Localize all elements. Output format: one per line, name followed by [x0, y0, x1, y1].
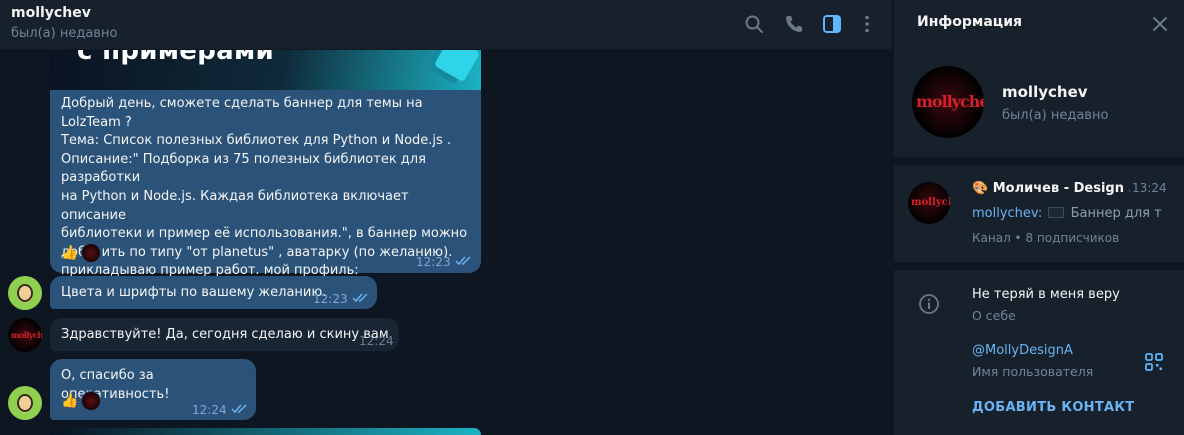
- chat-area: с примерами Добрый день, сможете сделать…: [0, 0, 892, 435]
- outgoing-message-4[interactable]: О, спасибо за оперативность! 👍 12:24: [50, 359, 256, 420]
- bio-text: Не теряй в меня веру: [972, 287, 1120, 302]
- reactor-avatar: [81, 243, 101, 263]
- message-text: Добрый день, сможете сделать баннер для …: [61, 96, 468, 279]
- divider: [894, 262, 1184, 270]
- close-icon[interactable]: [1148, 12, 1172, 36]
- chat-status: был(а) недавно: [11, 26, 118, 41]
- message-text: Здравствуйте! Да, сегодня сделаю и скину…: [61, 327, 389, 342]
- contact-avatar[interactable]: mollychev: [8, 318, 42, 352]
- info-title: Информация: [917, 14, 1022, 30]
- double-check-icon: [455, 256, 473, 266]
- channel-avatar: mollychev: [908, 182, 950, 224]
- telegram-window: с примерами Добрый день, сможете сделать…: [0, 0, 1184, 435]
- preview-sender: mollychev:: [972, 206, 1043, 221]
- thumbs-up-reaction-icon[interactable]: 👍: [61, 392, 79, 410]
- add-contact-button[interactable]: ДОБАВИТЬ КОНТАКТ: [972, 400, 1134, 415]
- channel-title: Моличев - Design ...: [992, 181, 1130, 196]
- message-time: 12:24: [192, 403, 227, 417]
- avatar-face: [17, 284, 33, 302]
- image-thumbnail-icon: [1048, 207, 1065, 218]
- channel-name: 🎨 Моличев - Design ...: [972, 181, 1130, 196]
- avatar-logo: mollychev: [11, 330, 42, 340]
- incoming-message-3[interactable]: Здравствуйте! Да, сегодня сделаю и скину…: [50, 318, 399, 351]
- thumbs-up-reaction-icon[interactable]: 👍: [61, 244, 79, 262]
- palette-emoji-icon: 🎨: [972, 181, 989, 196]
- double-check-icon: [352, 293, 370, 303]
- avatar-logo: mollychev: [916, 92, 984, 111]
- username-link[interactable]: @MollyDesignA: [972, 343, 1073, 358]
- sidebar-toggle-icon[interactable]: [820, 12, 844, 36]
- username-label: Имя пользователя: [972, 364, 1094, 379]
- reactor-avatar: [81, 391, 101, 411]
- personal-channel[interactable]: mollychev 🎨 Моличев - Design ... 13:24 m…: [894, 168, 1184, 262]
- outgoing-message-2[interactable]: Цвета и шрифты по вашему желанию. 12:23: [50, 276, 377, 309]
- info-panel: Информация mollychev mollychev был(а) не…: [893, 0, 1184, 435]
- outgoing-message-1[interactable]: Добрый день, сможете сделать баннер для …: [50, 90, 481, 297]
- channel-time: 13:24: [1132, 181, 1167, 195]
- message-time: 12:23: [313, 292, 348, 306]
- divider: [894, 157, 1184, 165]
- info-icon: [917, 292, 941, 316]
- user-avatar[interactable]: [8, 386, 42, 420]
- profile-name: mollychev: [1002, 83, 1088, 101]
- message-reactions[interactable]: 👍: [61, 391, 101, 411]
- message-text: Цвета и шрифты по вашему желанию.: [61, 285, 327, 300]
- chat-header[interactable]: mollychev был(а) недавно: [0, 0, 892, 50]
- bio-label: О себе: [972, 308, 1016, 323]
- more-vertical-icon[interactable]: [855, 12, 879, 36]
- profile-status: был(а) недавно: [1002, 108, 1109, 123]
- message-time: 12:23: [416, 255, 451, 269]
- channel-preview: mollychev: Баннер для те...: [972, 206, 1162, 221]
- avatar-face: [17, 394, 33, 412]
- channel-meta: Канал • 8 подписчиков: [972, 231, 1120, 245]
- search-icon[interactable]: [742, 12, 766, 36]
- avatar-logo: mollychev: [911, 197, 950, 208]
- message-time: 12:24: [359, 334, 394, 348]
- profile-avatar[interactable]: mollychev: [912, 66, 984, 138]
- message-reactions[interactable]: 👍: [61, 243, 101, 263]
- chat-title[interactable]: mollychev: [11, 5, 91, 21]
- phone-icon[interactable]: [782, 12, 806, 36]
- preview-text: Баннер для те...: [1070, 206, 1162, 221]
- double-check-icon: [231, 404, 249, 414]
- user-avatar[interactable]: [8, 276, 42, 310]
- next-message-image[interactable]: [50, 428, 481, 435]
- qr-code-icon[interactable]: [1142, 350, 1166, 374]
